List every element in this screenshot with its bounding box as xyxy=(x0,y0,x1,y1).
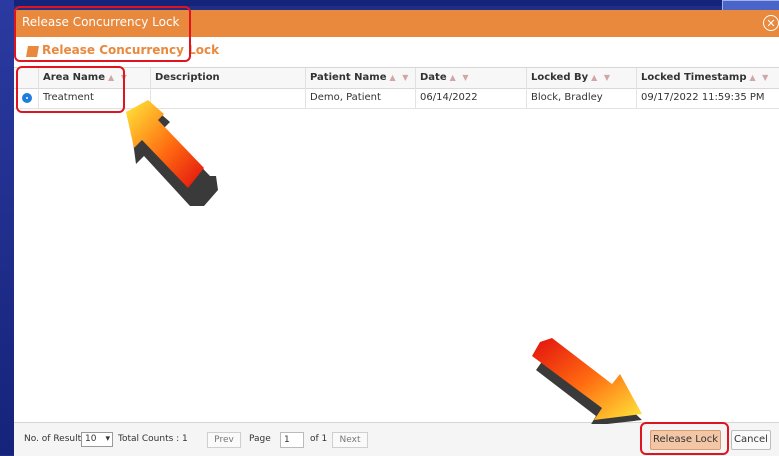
select-column-header xyxy=(14,68,39,88)
total-counts-value: 1 xyxy=(182,434,188,444)
flag-icon xyxy=(26,46,39,57)
row-radio-button[interactable] xyxy=(22,93,32,103)
sort-icon[interactable]: ▲ ▼ xyxy=(749,73,770,82)
column-header-label: Description xyxy=(155,72,220,83)
page-of-label: of 1 xyxy=(310,434,328,444)
release-concurrency-lock-dialog: Release Concurrency Lock ✕ Release Concu… xyxy=(14,10,779,456)
sort-icon[interactable]: ▲ ▼ xyxy=(591,73,612,82)
page-size-select[interactable]: 10 ▾ xyxy=(81,432,113,447)
page-size-value: 10 xyxy=(85,434,97,444)
chevron-down-icon: ▾ xyxy=(105,434,110,444)
column-header-area-name[interactable]: Area Name ▲ ▼ xyxy=(39,68,151,88)
background-strip-left xyxy=(0,0,14,455)
cell-description xyxy=(151,88,306,108)
cell-patient-name: Demo, Patient xyxy=(306,88,416,108)
close-icon[interactable]: ✕ xyxy=(763,15,779,31)
column-header-label: Patient Name xyxy=(310,72,387,83)
column-header-label: Locked Timestamp xyxy=(641,72,747,83)
dialog-subheader: Release Concurrency Lock xyxy=(14,37,779,67)
cell-date: 06/14/2022 xyxy=(416,88,527,108)
sort-icon[interactable]: ▲ ▼ xyxy=(108,73,129,82)
column-header-description[interactable]: Description xyxy=(151,68,306,88)
column-header-locked-timestamp[interactable]: Locked Timestamp ▲ ▼ xyxy=(637,68,779,88)
dialog-titlebar: Release Concurrency Lock ✕ xyxy=(14,10,779,37)
page-label: Page xyxy=(249,434,271,444)
dialog-footer: No. of Result 10 ▾ Total Counts : 1 Prev… xyxy=(14,422,779,456)
prev-button[interactable]: Prev xyxy=(207,432,241,448)
column-header-patient-name[interactable]: Patient Name ▲ ▼ xyxy=(306,68,416,88)
page-number-input[interactable]: 1 xyxy=(280,432,304,448)
cell-locked-timestamp: 09/17/2022 11:59:35 PM xyxy=(641,92,765,103)
column-header-label: Area Name xyxy=(43,72,106,83)
total-counts-label: Total Counts : xyxy=(118,434,180,444)
sort-icon[interactable]: ▲ ▼ xyxy=(450,73,471,82)
sort-icon[interactable]: ▲ ▼ xyxy=(390,73,411,82)
dialog-subtitle: Release Concurrency Lock xyxy=(42,43,220,57)
column-header-date[interactable]: Date ▲ ▼ xyxy=(416,68,527,88)
cell-area-name: Treatment xyxy=(39,88,151,108)
next-button[interactable]: Next xyxy=(332,432,368,448)
row-select-cell xyxy=(14,88,39,108)
no-of-result-label: No. of Result xyxy=(24,434,82,444)
column-header-label: Date xyxy=(420,72,447,83)
cell-locked-by: Block, Bradley xyxy=(527,88,637,108)
release-lock-button[interactable]: Release Lock xyxy=(650,430,721,450)
column-header-label: Locked By xyxy=(531,72,589,83)
locks-table: Area Name ▲ ▼ Description Patient Name ▲ ▼… xyxy=(14,67,779,423)
dialog-title: Release Concurrency Lock xyxy=(22,15,180,29)
background-strip-top xyxy=(0,0,779,6)
cancel-button[interactable]: Cancel xyxy=(731,430,771,450)
table-row[interactable]: Treatment Demo, Patient 06/14/2022 Block… xyxy=(14,88,779,109)
table-header: Area Name ▲ ▼ Description Patient Name ▲ ▼… xyxy=(14,68,779,89)
column-header-locked-by[interactable]: Locked By ▲ ▼ xyxy=(527,68,637,88)
